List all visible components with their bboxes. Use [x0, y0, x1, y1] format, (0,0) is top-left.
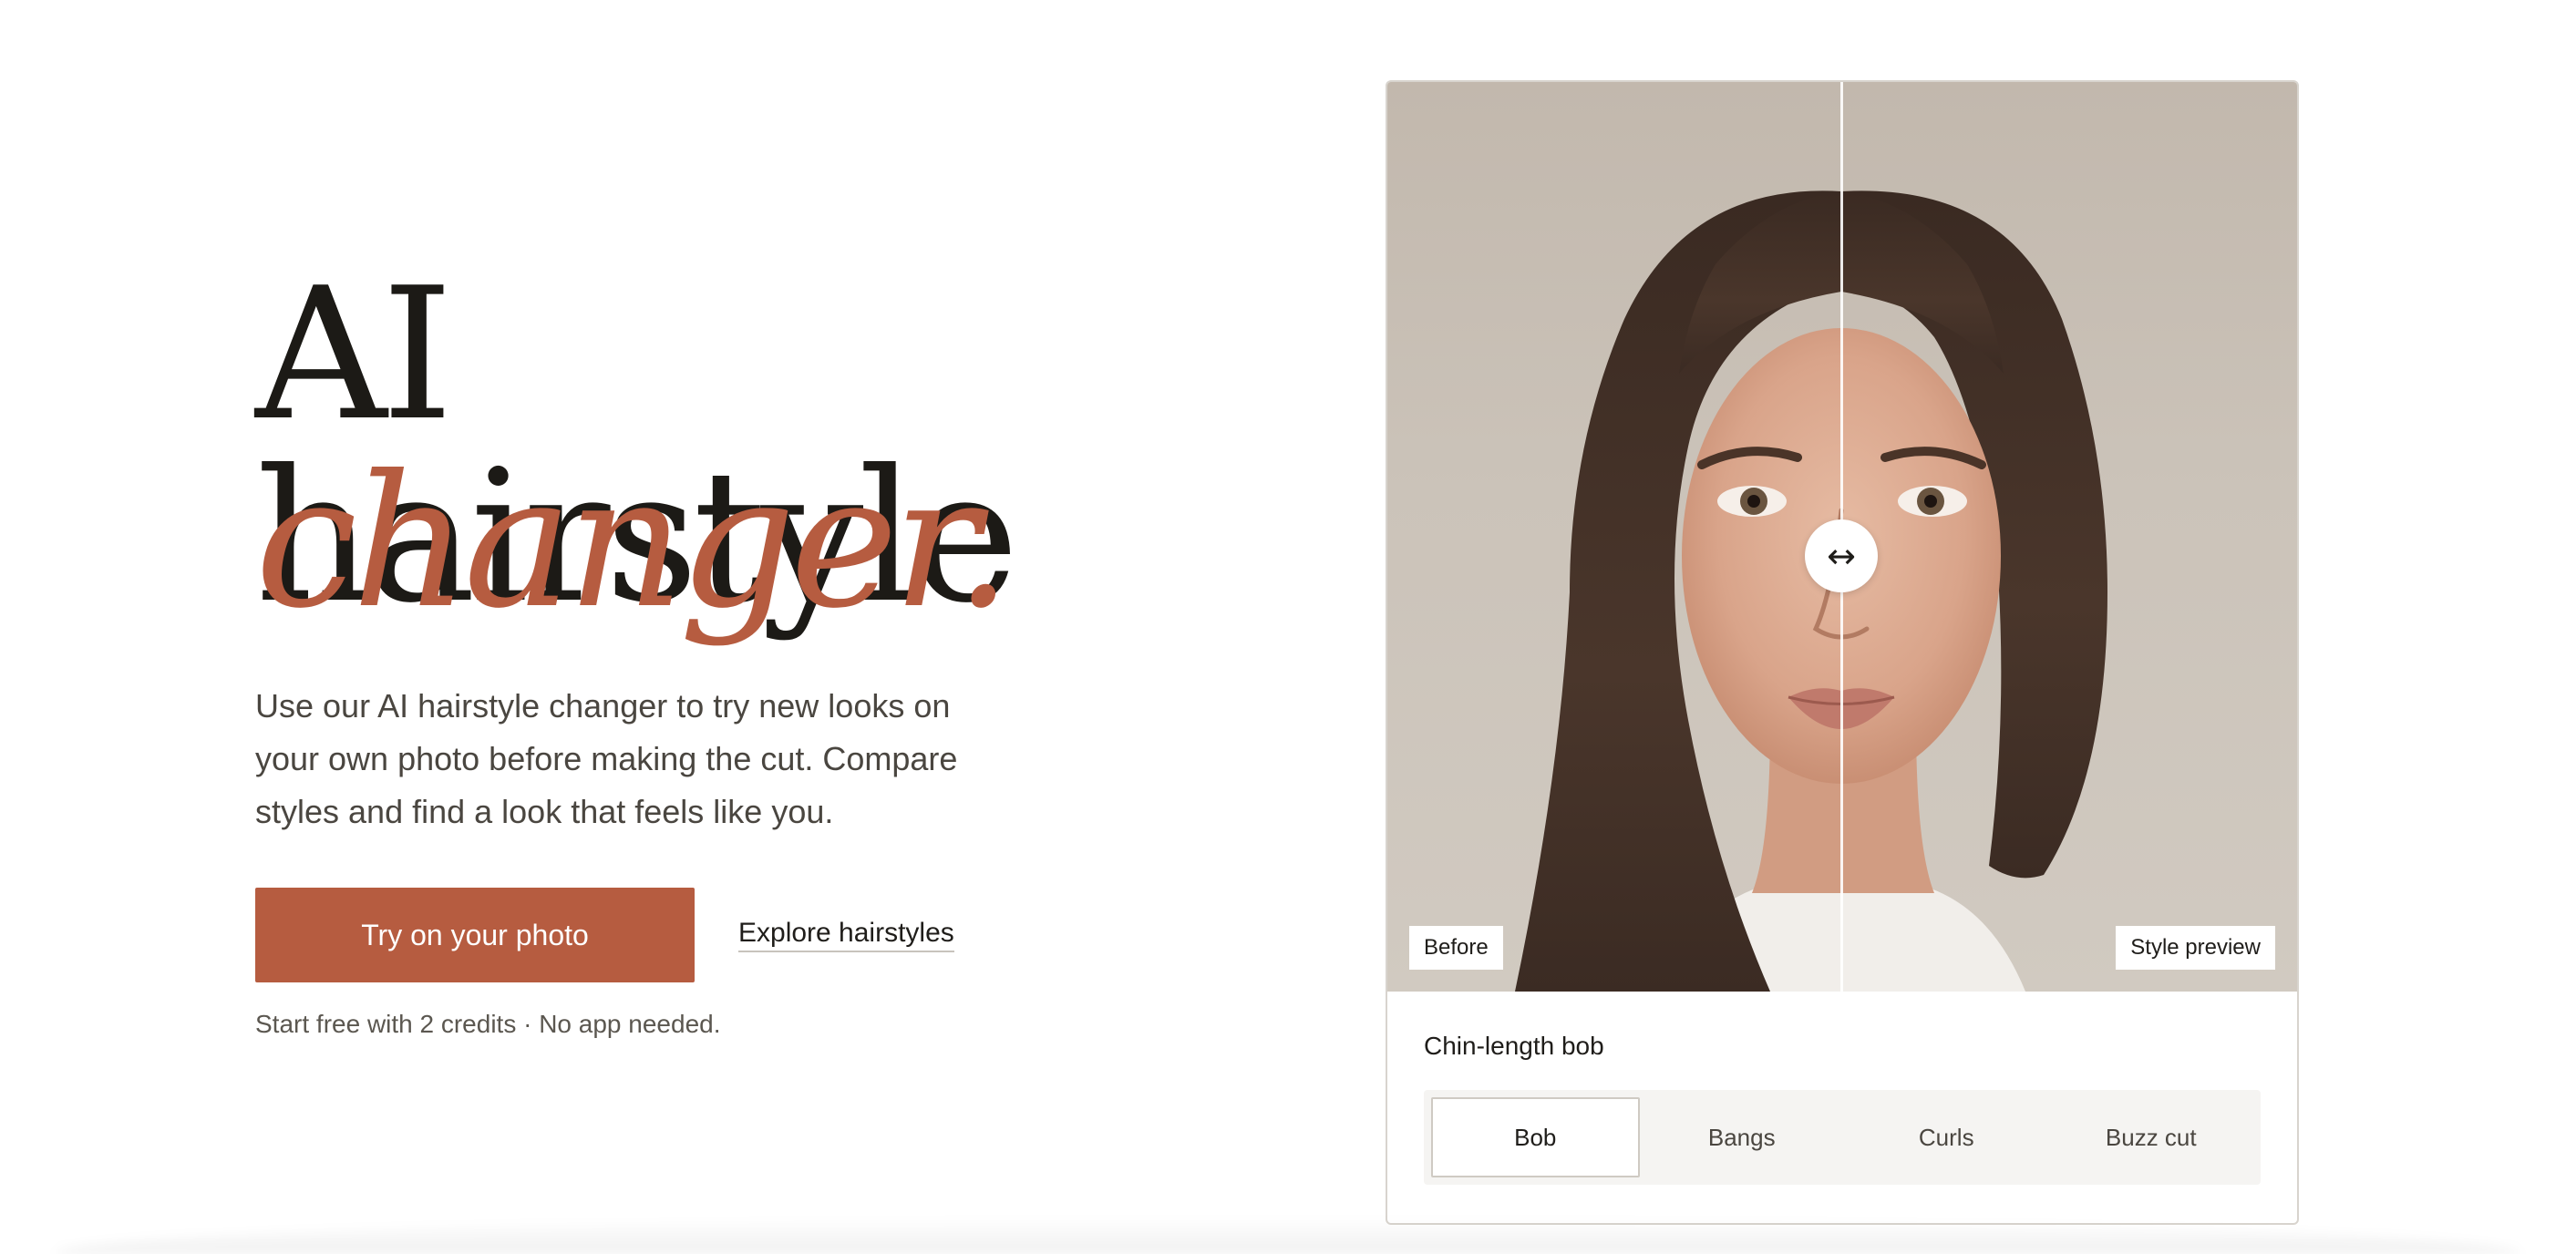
style-preview-label: Style preview [2116, 926, 2275, 970]
before-after-comparison[interactable]: ↔ Before Style preview [1387, 82, 2297, 992]
explore-hairstyles-link[interactable]: Explore hairstyles [738, 918, 954, 952]
style-selector: Chin-length bob Bob Bangs Curls Buzz cut [1387, 992, 2297, 1185]
headline-line-1: AI hairstyle [255, 249, 1019, 643]
hero-subtitle: Use our AI hairstyle changer to try new … [255, 687, 958, 830]
hero-section: AI hairstyle changer. Use our AI hairsty… [255, 264, 1258, 1039]
slider-handle-icon[interactable]: ↔ [1805, 519, 1878, 592]
try-on-photo-button[interactable]: Try on your photo [255, 888, 695, 982]
headline-line-2: changer. [255, 437, 1012, 649]
tab-bob[interactable]: Bob [1431, 1097, 1640, 1177]
before-label: Before [1409, 926, 1503, 970]
style-tabs: Bob Bangs Curls Buzz cut [1424, 1090, 2261, 1185]
hero-fineprint: Start free with 2 credits · No app neede… [255, 1010, 721, 1038]
selected-style-title: Chin-length bob [1424, 1032, 1604, 1060]
tab-buzz-cut[interactable]: Buzz cut [2049, 1097, 2254, 1177]
page-title: AI hairstyle changer. [255, 264, 1258, 634]
tab-bangs[interactable]: Bangs [1640, 1097, 1845, 1177]
style-preview-card: ↔ Before Style preview Chin-length bob B… [1386, 80, 2299, 1225]
tab-curls[interactable]: Curls [1844, 1097, 2049, 1177]
cta-row: Try on your photo Explore hairstyles [255, 888, 1258, 982]
